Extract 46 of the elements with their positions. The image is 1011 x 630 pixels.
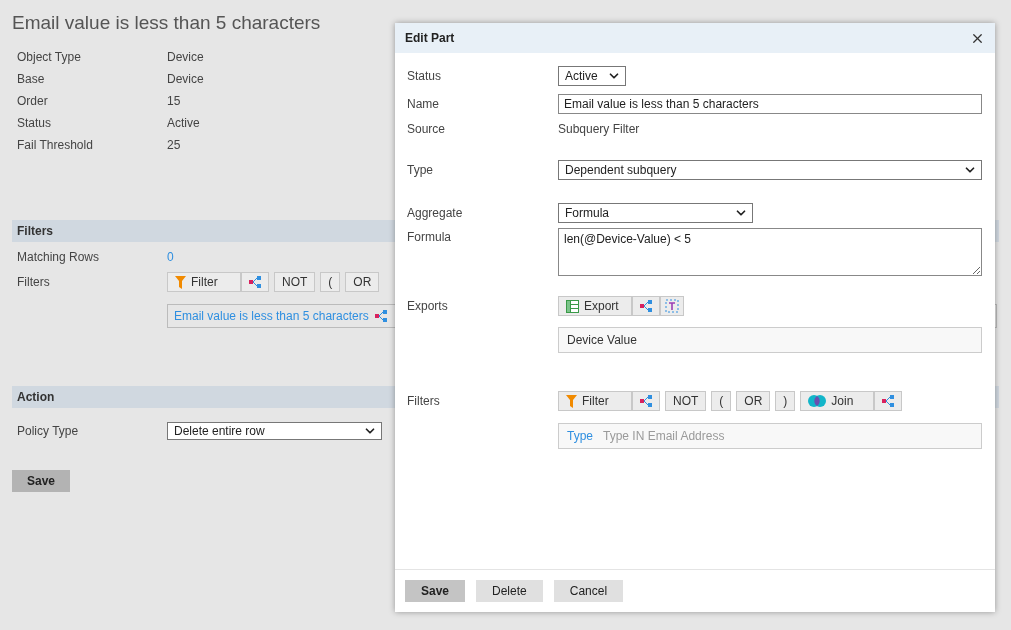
dialog-button[interactable]: Cancel xyxy=(553,580,624,602)
detail-value: Device xyxy=(167,50,204,64)
field-label: Name xyxy=(407,97,440,111)
export-item[interactable]: Device Value xyxy=(558,327,982,353)
export-button[interactable]: Export xyxy=(558,296,632,316)
status-select[interactable]: Active xyxy=(558,66,626,86)
field-label: Source xyxy=(407,122,447,136)
name-input[interactable]: Email value is less than 5 characters xyxy=(558,94,982,114)
source-value: Subquery Filter xyxy=(558,122,640,136)
field-label: Filters xyxy=(17,275,51,289)
save-button[interactable]: Save xyxy=(12,470,70,492)
policy-type-select[interactable]: Delete entire row xyxy=(167,422,382,440)
type-select[interactable]: Dependent subquery xyxy=(558,160,982,180)
aggregate-select[interactable]: Formula xyxy=(558,203,753,223)
detail-value: Device xyxy=(167,72,204,86)
field-label: Status xyxy=(407,69,443,83)
field-label: Exports xyxy=(407,299,449,313)
detail-label: Status xyxy=(17,116,53,130)
dialog-button[interactable]: Delete xyxy=(476,580,543,602)
save-button[interactable]: Save xyxy=(405,580,466,602)
detail-value: Active xyxy=(167,116,200,130)
filter-button[interactable]: Filter xyxy=(167,272,241,292)
field-label: Filters xyxy=(407,394,441,408)
detail-label: Order xyxy=(17,94,49,108)
join-button[interactable]: Join xyxy=(800,391,875,411)
field-label: Policy Type xyxy=(17,424,80,438)
field-label: Aggregate xyxy=(407,206,464,220)
field-label: Matching Rows xyxy=(17,250,101,264)
formula-textarea[interactable]: len(@Device-Value) < 5 xyxy=(558,228,982,276)
detail-value: 15 xyxy=(167,94,181,108)
operator-button[interactable]: OR xyxy=(736,391,771,411)
dialog-title: Edit Part xyxy=(405,31,455,45)
detail-label: Base xyxy=(17,72,46,86)
detail-value: 25 xyxy=(167,138,181,152)
page-title: Email value is less than 5 characters xyxy=(12,12,322,34)
field-label: Type xyxy=(407,163,434,177)
operator-button[interactable]: NOT xyxy=(274,272,316,292)
operator-button[interactable]: NOT xyxy=(665,391,707,411)
field-label: Formula xyxy=(407,230,452,244)
filter-button[interactable]: Filter xyxy=(558,391,632,411)
operator-button[interactable]: ( xyxy=(320,272,341,292)
operator-button[interactable]: ( xyxy=(711,391,732,411)
operator-button[interactable]: ) xyxy=(775,391,796,411)
detail-label: Fail Threshold xyxy=(17,138,94,152)
operator-button[interactable]: OR xyxy=(345,272,380,292)
detail-label: Object Type xyxy=(17,50,82,64)
